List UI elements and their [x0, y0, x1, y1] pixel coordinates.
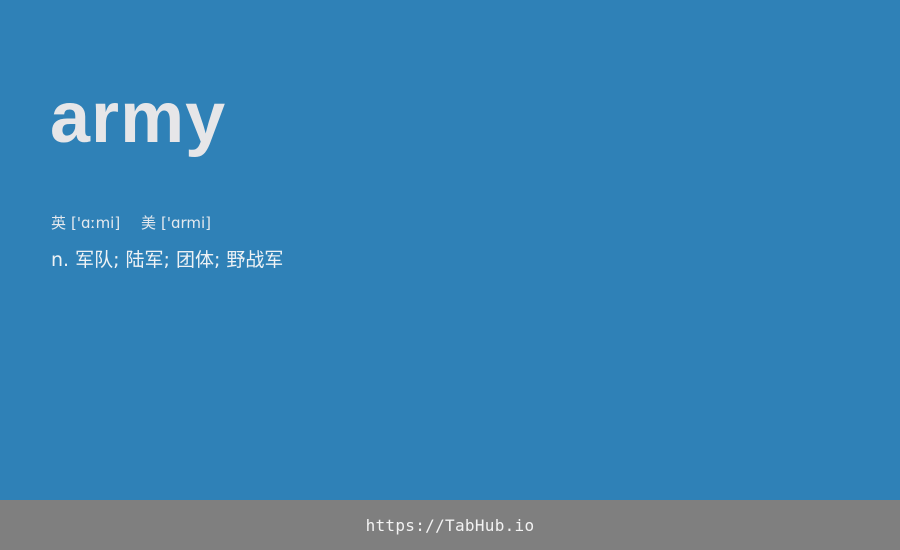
phonetic-us-label: 美: [140, 214, 156, 232]
phonetic-us-ipa: ['ɑrmi]: [161, 214, 212, 232]
word-card: army 英 ['ɑːmi] 美 ['ɑrmi] n. 军队; 陆军; 团体; 野战军: [0, 0, 900, 500]
definition-line: n. 军队; 陆军; 团体; 野战军: [51, 246, 283, 274]
phonetic-us: 美 ['ɑrmi]: [141, 212, 211, 234]
footer-bar: https://TabHub.io: [0, 500, 900, 550]
phonetic-uk-ipa: ['ɑːmi]: [71, 214, 121, 232]
tabhub-link[interactable]: https://TabHub.io: [366, 516, 535, 535]
phonetic-uk: 英 ['ɑːmi]: [51, 212, 120, 234]
phonetics-row: 英 ['ɑːmi] 美 ['ɑrmi]: [51, 212, 211, 234]
definition-meanings: 军队; 陆军; 团体; 野战军: [75, 249, 284, 271]
phonetic-uk-label: 英: [51, 214, 67, 232]
headword: army: [50, 78, 227, 158]
part-of-speech: n.: [51, 249, 70, 271]
